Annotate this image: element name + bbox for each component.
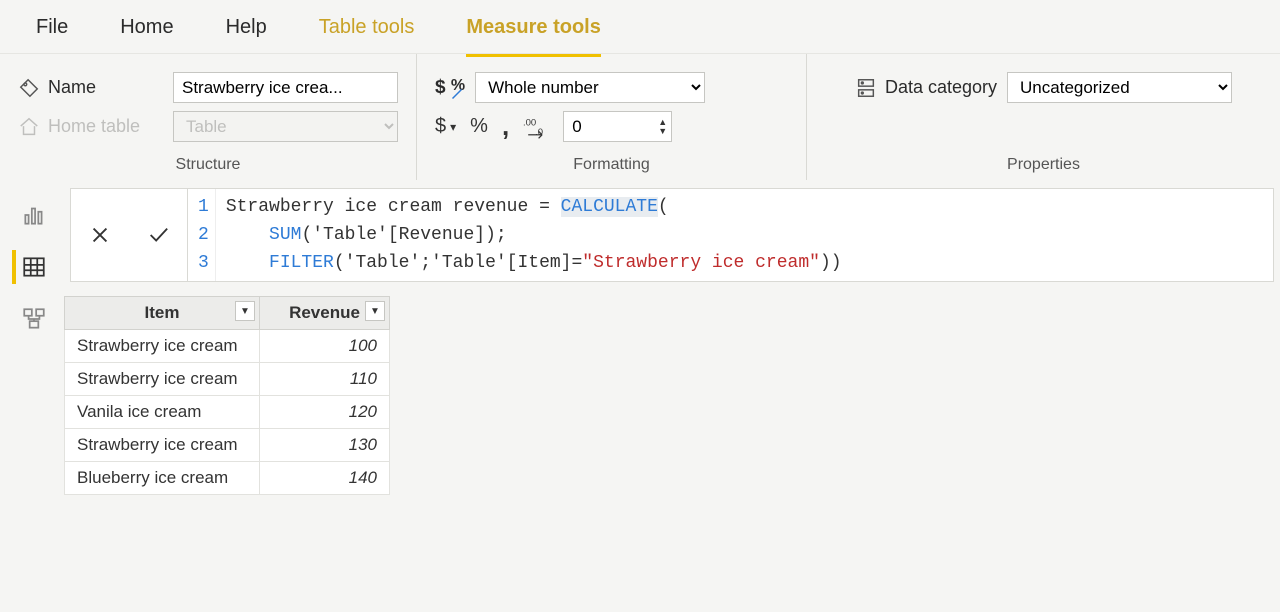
name-label: Name (18, 77, 163, 99)
menu-home[interactable]: Home (120, 16, 173, 39)
data-table: Item ▼ Revenue ▼ Strawberry ice cream100… (64, 296, 390, 495)
table-row[interactable]: Strawberry ice cream130 (65, 429, 390, 462)
line-gutter: 1 2 3 (188, 189, 216, 281)
percent-button[interactable]: % (470, 115, 488, 138)
ribbon-formatting: $ % Whole number $ ▾ % , .00 .0 (417, 54, 807, 180)
decimals-spinner[interactable]: ▲ ▼ (563, 111, 672, 142)
properties-section-title: Properties (825, 156, 1262, 174)
th-revenue[interactable]: Revenue ▼ (260, 297, 390, 330)
formula-bar: 1 2 3 Strawberry ice cream revenue = CAL… (70, 188, 1274, 282)
main-area: 1 2 3 Strawberry ice cream revenue = CAL… (0, 180, 1280, 495)
top-menu: File Home Help Table tools Measure tools (0, 0, 1280, 53)
filter-icon[interactable]: ▼ (365, 301, 385, 321)
thousands-button[interactable]: , (502, 111, 509, 142)
check-icon (145, 224, 171, 246)
menu-help[interactable]: Help (226, 16, 267, 39)
format-select[interactable]: Whole number (475, 72, 705, 103)
formatting-section-title: Formatting (435, 156, 788, 174)
structure-section-title: Structure (18, 156, 398, 174)
format-icon-label: $ % (435, 77, 465, 99)
nav-report-icon[interactable] (12, 198, 52, 232)
formula-commit-button[interactable] (129, 189, 187, 281)
formula-editor[interactable]: 1 2 3 Strawberry ice cream revenue = CAL… (188, 188, 1274, 282)
table-row[interactable]: Strawberry ice cream100 (65, 330, 390, 363)
tag-icon (18, 77, 40, 99)
ribbon-structure: Name Home table Table Structure (0, 54, 417, 180)
data-category-label: Data category (855, 77, 997, 99)
menu-file[interactable]: File (36, 16, 68, 39)
home-table-select[interactable]: Table (173, 111, 398, 142)
svg-text:.00: .00 (523, 117, 536, 128)
side-nav (0, 180, 64, 495)
table-row[interactable]: Blueberry ice cream140 (65, 462, 390, 495)
table-row[interactable]: Strawberry ice cream110 (65, 363, 390, 396)
pencil-icon (451, 88, 463, 100)
ribbon: Name Home table Table Structure $ % (0, 53, 1280, 180)
filter-icon[interactable]: ▼ (235, 301, 255, 321)
th-item[interactable]: Item ▼ (65, 297, 260, 330)
table-row[interactable]: Vanila ice cream120 (65, 396, 390, 429)
nav-data-icon[interactable] (12, 250, 52, 284)
decimals-icon[interactable]: .00 .0 (523, 115, 549, 139)
content-pane: 1 2 3 Strawberry ice cream revenue = CAL… (64, 180, 1280, 495)
formula-code[interactable]: Strawberry ice cream revenue = CALCULATE… (216, 189, 852, 281)
category-icon (855, 77, 877, 99)
svg-text:.0: .0 (535, 126, 543, 137)
spinner-down-icon[interactable]: ▼ (658, 127, 667, 136)
home-icon (18, 116, 40, 138)
data-category-select[interactable]: Uncategorized (1007, 72, 1232, 103)
ribbon-properties: Data category Uncategorized Properties (807, 54, 1280, 180)
decimals-input[interactable] (564, 113, 654, 141)
nav-model-icon[interactable] (12, 302, 52, 336)
menu-measure-tools[interactable]: Measure tools (466, 16, 600, 57)
formula-cancel-button[interactable] (71, 189, 129, 281)
x-icon (89, 224, 111, 246)
currency-button[interactable]: $ ▾ (435, 115, 456, 138)
home-table-label: Home table (18, 116, 163, 138)
name-input[interactable] (173, 72, 398, 103)
menu-table-tools[interactable]: Table tools (319, 16, 415, 39)
